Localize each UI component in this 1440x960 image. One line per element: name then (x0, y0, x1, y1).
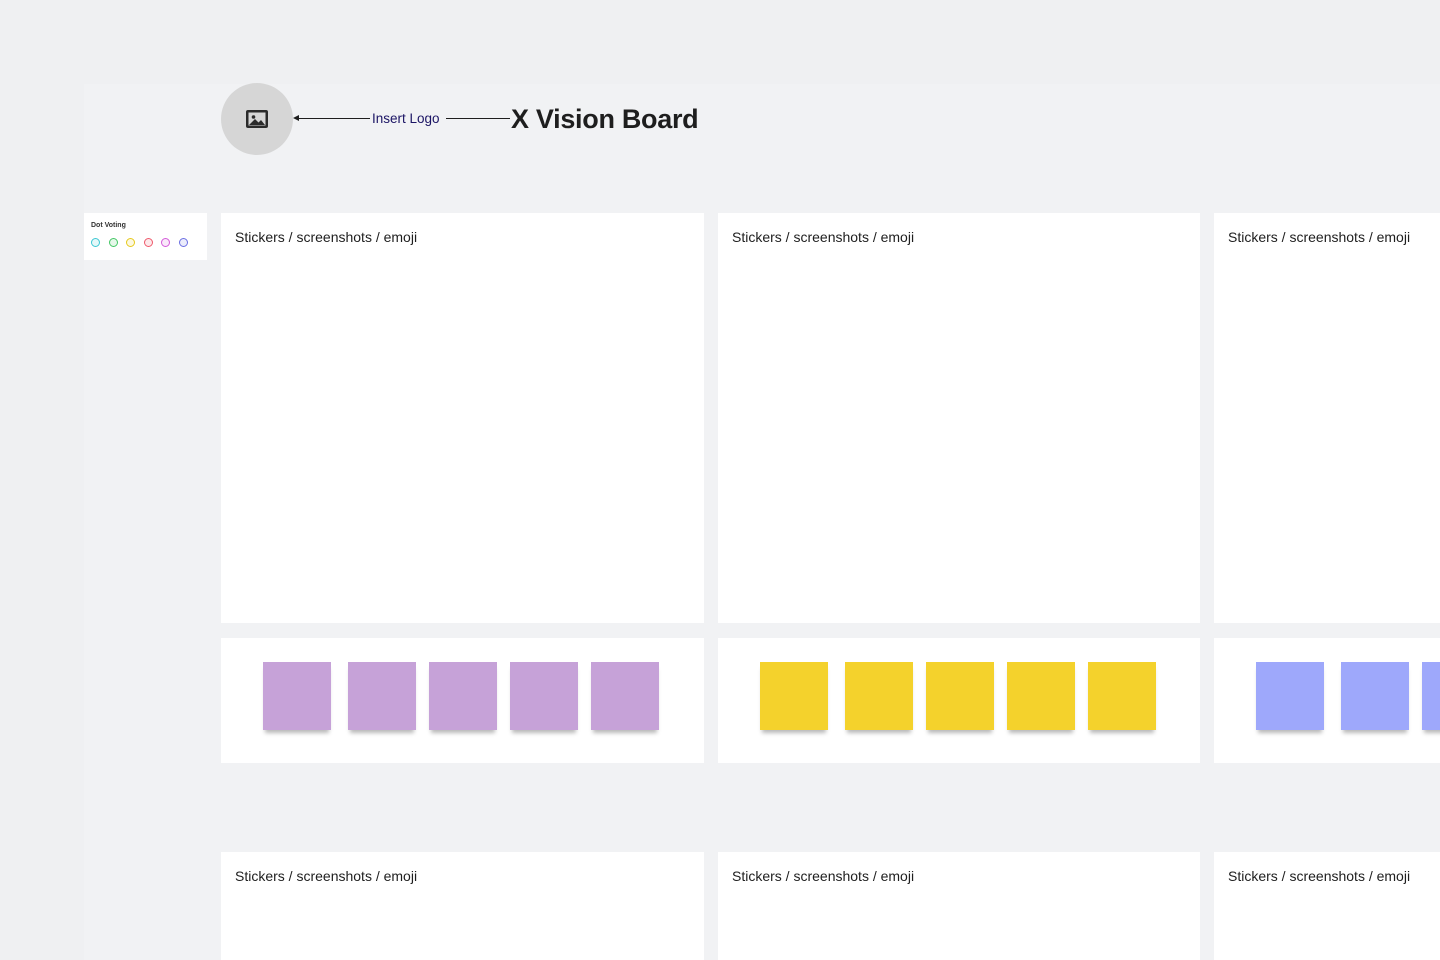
sticky-note[interactable] (926, 662, 994, 730)
vote-dot[interactable] (143, 238, 153, 247)
sticky-note-row-yellow (718, 638, 1200, 763)
frame-label: Stickers / screenshots / emoji (1228, 229, 1411, 245)
board-title[interactable]: X Vision Board (511, 101, 699, 137)
connector-line (446, 118, 510, 119)
frame-top-1[interactable]: Stickers / screenshots / emoji (221, 213, 704, 623)
image-icon (246, 110, 268, 128)
sticky-note[interactable] (591, 662, 659, 730)
sticky-note[interactable] (1088, 662, 1156, 730)
sticky-note-row-blue (1214, 638, 1440, 763)
dot-row (91, 238, 188, 247)
vote-dot[interactable] (91, 238, 100, 247)
vote-dot[interactable] (161, 238, 170, 247)
vote-dot[interactable] (108, 238, 118, 247)
frame-label: Stickers / screenshots / emoji (732, 229, 915, 245)
sticky-note[interactable] (845, 662, 913, 730)
dot-voting-card[interactable]: Dot Voting (84, 213, 207, 260)
frame-top-3[interactable]: Stickers / screenshots / emoji (1214, 213, 1440, 623)
sticky-note[interactable] (263, 662, 331, 730)
frame-label: Stickers / screenshots / emoji (732, 868, 915, 884)
frame-bottom-2[interactable]: Stickers / screenshots / emoji (718, 852, 1200, 960)
sticky-note[interactable] (429, 662, 497, 730)
frame-label: Stickers / screenshots / emoji (235, 868, 418, 884)
frame-label: Stickers / screenshots / emoji (1228, 868, 1411, 884)
vote-dot[interactable] (126, 238, 135, 247)
dot-voting-title: Dot Voting (91, 222, 126, 229)
sticky-note-row-purple (221, 638, 704, 763)
frame-bottom-3[interactable]: Stickers / screenshots / emoji (1214, 852, 1440, 960)
sticky-note[interactable] (1341, 662, 1409, 730)
frame-label: Stickers / screenshots / emoji (235, 229, 418, 245)
vote-dot[interactable] (178, 238, 188, 247)
insert-logo-label: Insert Logo (372, 111, 440, 126)
sticky-note[interactable] (510, 662, 578, 730)
sticky-note[interactable] (1256, 662, 1324, 730)
connector-line (298, 118, 370, 119)
sticky-note[interactable] (760, 662, 828, 730)
frame-bottom-1[interactable]: Stickers / screenshots / emoji (221, 852, 704, 960)
frame-top-2[interactable]: Stickers / screenshots / emoji (718, 213, 1200, 623)
sticky-note[interactable] (348, 662, 416, 730)
logo-placeholder[interactable] (221, 83, 293, 155)
sticky-note[interactable] (1007, 662, 1075, 730)
sticky-note[interactable] (1422, 662, 1440, 730)
